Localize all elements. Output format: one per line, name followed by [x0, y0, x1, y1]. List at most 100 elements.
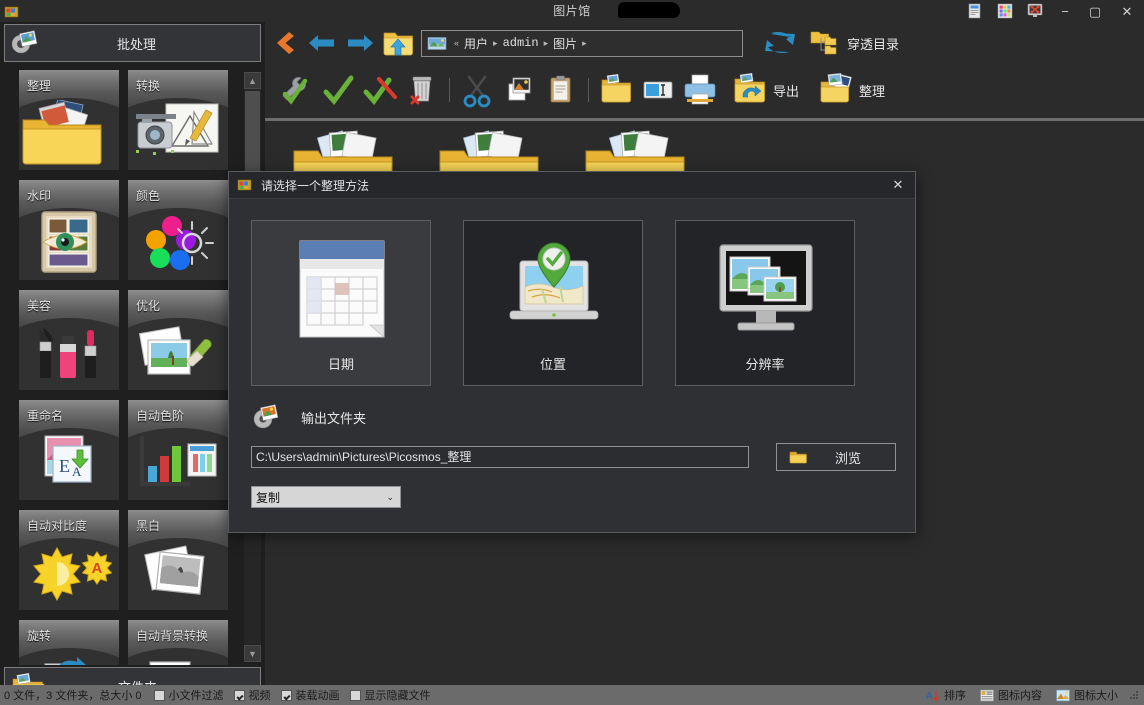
back-chevron-icon[interactable]: [265, 26, 303, 60]
tool-tile-3[interactable]: 颜色: [128, 180, 228, 280]
method-card-resolution[interactable]: 分辨率: [675, 220, 855, 386]
copy-image-icon[interactable]: [498, 70, 540, 110]
output-path-input[interactable]: C:\Users\admin\Pictures\Picosmos_整理: [251, 446, 749, 468]
checkbox-box[interactable]: [350, 690, 361, 701]
printer-icon[interactable]: [679, 70, 721, 110]
icon-size-button[interactable]: 图标大小: [1056, 687, 1118, 703]
svg-text:A: A: [92, 560, 103, 577]
folder-up-icon[interactable]: [379, 26, 417, 60]
tool-tile-0[interactable]: 整理: [19, 70, 119, 170]
optimize-brush-art: [128, 320, 228, 386]
copy-mode-value: 复制: [256, 489, 280, 506]
map-laptop-art: [464, 235, 644, 345]
breadcrumb-item-2[interactable]: 图片: [551, 35, 579, 52]
breadcrumb-separator: ▸: [541, 38, 552, 49]
export-folder-icon: [729, 70, 771, 110]
screen-icon[interactable]: [1024, 2, 1046, 20]
minimize-button[interactable]: −: [1050, 0, 1080, 22]
palette-icon[interactable]: [994, 2, 1016, 20]
copy-mode-select[interactable]: 复制 ⌄: [251, 486, 401, 508]
tool-tile-label: 颜色: [136, 187, 160, 204]
checkbox-box[interactable]: [154, 690, 165, 701]
sort-icon: A: [926, 689, 940, 702]
icon-size-icon: [1056, 689, 1070, 702]
maximize-button[interactable]: ▢: [1080, 0, 1110, 22]
auto-contrast-sun-art: A: [19, 540, 119, 606]
clipboard-icon[interactable]: [540, 70, 582, 110]
dialog-title: 请选择一个整理方法: [261, 177, 369, 194]
document-icon[interactable]: [964, 2, 986, 20]
tool-tile-2[interactable]: 水印: [19, 180, 119, 280]
tool-tile-label: 自动对比度: [27, 517, 87, 534]
tool-tiles-scroll-area: 整理 转换 水印 颜色: [0, 70, 265, 665]
check-icon[interactable]: [317, 70, 359, 110]
tool-tile-9[interactable]: 黑白: [128, 510, 228, 610]
method-card-label: 分辨率: [676, 354, 854, 373]
tool-tile-label: 转换: [136, 77, 160, 94]
export-label: 导出: [773, 81, 799, 100]
folder-icon[interactable]: [595, 70, 637, 110]
folder-icon: [789, 450, 807, 464]
scroll-up-icon[interactable]: ▲: [244, 72, 261, 89]
batch-process-button[interactable]: 批处理: [4, 24, 261, 62]
address-bar[interactable]: « 用户 ▸ admin ▸ 图片 ▸: [421, 30, 743, 57]
checkbox-video[interactable]: 视频: [234, 687, 271, 703]
browse-button[interactable]: 浏览: [776, 443, 896, 471]
rename-field-icon[interactable]: [637, 70, 679, 110]
method-card-date[interactable]: 日期: [251, 220, 431, 386]
sidebar: 批处理 整理 转换 水印: [0, 22, 265, 685]
tool-tile-label: 优化: [136, 297, 160, 314]
checkbox-show-hidden-files[interactable]: 显示隐藏文件: [350, 687, 431, 703]
arrow-right-icon[interactable]: [341, 26, 379, 60]
tool-tile-1[interactable]: 转换: [128, 70, 228, 170]
icon-content-button[interactable]: 图标内容: [980, 687, 1042, 703]
export-button[interactable]: 导出: [729, 70, 799, 110]
tool-tile-8[interactable]: A 自动对比度: [19, 510, 119, 610]
browse-label: 浏览: [807, 448, 889, 467]
checkbox-box[interactable]: [234, 690, 245, 701]
organize-button[interactable]: 整理: [815, 70, 885, 110]
breadcrumb-separator: ▸: [579, 38, 590, 49]
icon-content-icon: [980, 689, 994, 702]
checkbox-box[interactable]: [281, 690, 292, 701]
tool-tile-5[interactable]: 优化: [128, 290, 228, 390]
icon-size-label: 图标大小: [1074, 687, 1118, 703]
close-button[interactable]: ✕: [1110, 0, 1144, 22]
tool-tile-label: 水印: [27, 187, 51, 204]
pass-through-directory-button[interactable]: 穿透目录: [809, 29, 899, 57]
wrench-check-icon[interactable]: [275, 70, 317, 110]
title-bar-right: − ▢ ✕: [960, 0, 1144, 22]
trash-icon[interactable]: [401, 70, 443, 110]
rotate-art: [19, 650, 119, 665]
method-card-location[interactable]: 位置: [463, 220, 643, 386]
output-folder-label: 输出文件夹: [301, 408, 366, 427]
method-cards: 日期 位置: [251, 220, 855, 386]
tool-tile-11[interactable]: 自动背景转换: [128, 620, 228, 665]
scroll-down-icon[interactable]: ▼: [244, 645, 261, 662]
sort-button[interactable]: A 排序: [926, 687, 966, 703]
refresh-icon[interactable]: [761, 26, 799, 60]
tool-tile-6[interactable]: E A 重命名: [19, 400, 119, 500]
checkbox-label: 装载动画: [296, 687, 340, 703]
color-wheel-art: [128, 210, 228, 276]
checkbox-load-animation[interactable]: 装载动画: [281, 687, 340, 703]
checkbox-small-file-filter[interactable]: 小文件过滤: [154, 687, 224, 703]
scissors-icon[interactable]: [456, 70, 498, 110]
check-cross-icon[interactable]: [359, 70, 401, 110]
tool-tile-7[interactable]: 自动色阶: [128, 400, 228, 500]
tool-tile-10[interactable]: 旋转: [19, 620, 119, 665]
tool-tile-label: 美容: [27, 297, 51, 314]
breadcrumb-item-0[interactable]: 用户: [462, 35, 490, 52]
breadcrumb-separator: ▸: [490, 38, 501, 49]
breadcrumb-item-1[interactable]: admin: [501, 36, 541, 50]
auto-levels-chart-art: [128, 430, 228, 496]
organize-label: 整理: [859, 81, 885, 100]
convert-tools-art: [128, 100, 228, 166]
resize-grip-icon[interactable]: [1128, 689, 1140, 701]
arrow-left-icon[interactable]: [303, 26, 341, 60]
pass-through-directory-label: 穿透目录: [847, 34, 899, 53]
black-white-photos-art: [128, 540, 228, 606]
dialog-close-button[interactable]: ✕: [881, 172, 915, 199]
tool-tile-label: 整理: [27, 77, 51, 94]
tool-tile-4[interactable]: 美容: [19, 290, 119, 390]
